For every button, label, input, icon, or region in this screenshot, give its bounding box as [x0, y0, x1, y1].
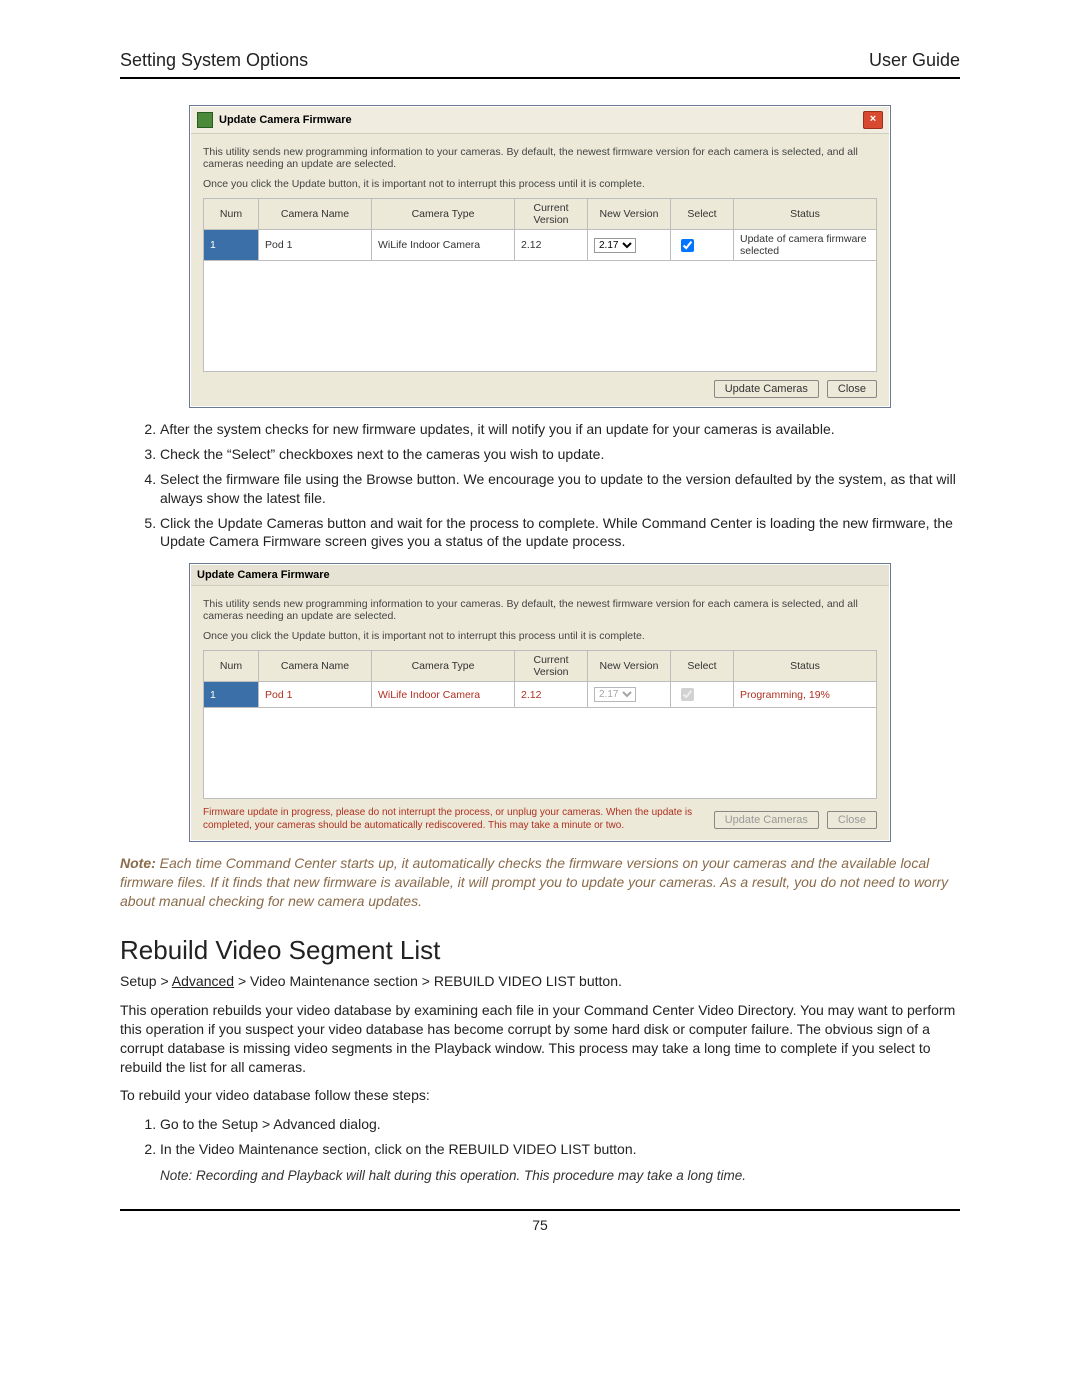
note-text: Each time Command Center starts up, it a… [120, 855, 948, 909]
select-checkbox[interactable] [681, 239, 694, 252]
cell-current: 2.12 [515, 230, 588, 261]
table-row: 1 Pod 1 WiLife Indoor Camera 2.12 2.17 P… [204, 682, 877, 708]
col-num: Num [204, 651, 259, 682]
path-link-advanced[interactable]: Advanced [172, 973, 234, 989]
steps-list-1: After the system checks for new firmware… [160, 420, 960, 551]
update-firmware-dialog-2: Update Camera Firmware This utility send… [189, 563, 891, 842]
step-5: Click the Update Cameras button and wait… [160, 514, 960, 552]
table-row: 1 Pod 1 WiLife Indoor Camera 2.12 2.17 U… [204, 230, 877, 261]
close-button: Close [827, 811, 877, 829]
camera-table: Num Camera Name Camera Type Current Vers… [203, 198, 877, 261]
cell-status: Programming, 19% [734, 682, 877, 708]
dialog-desc-2: Once you click the Update button, it is … [203, 630, 877, 642]
rebuild-step-2-text: In the Video Maintenance section, click … [160, 1141, 637, 1157]
section-title-rebuild: Rebuild Video Segment List [120, 935, 960, 966]
table-empty-area [203, 708, 877, 799]
cell-type: WiLife Indoor Camera [372, 682, 515, 708]
col-status: Status [734, 651, 877, 682]
step-2: After the system checks for new firmware… [160, 420, 960, 439]
dialog-desc-2: Once you click the Update button, it is … [203, 178, 877, 190]
dialog-desc-1: This utility sends new programming infor… [203, 598, 877, 622]
col-num: Num [204, 199, 259, 230]
dialog-title: Update Camera Firmware [197, 569, 330, 581]
cell-new: 2.17 [588, 682, 671, 708]
cell-status: Update of camera firmware selected [734, 230, 877, 261]
cell-type: WiLife Indoor Camera [372, 230, 515, 261]
col-status: Status [734, 199, 877, 230]
note-block: Note: Each time Command Center starts up… [120, 854, 960, 911]
note-label: Note: [120, 855, 156, 871]
new-version-select[interactable]: 2.17 [594, 238, 636, 253]
close-button[interactable]: Close [827, 380, 877, 398]
rebuild-step-note: Note: Recording and Playback will halt d… [160, 1167, 960, 1185]
col-type: Camera Type [372, 651, 515, 682]
update-firmware-dialog-1: Update Camera Firmware × This utility se… [189, 105, 891, 408]
cell-new: 2.17 [588, 230, 671, 261]
update-cameras-button[interactable]: Update Cameras [714, 380, 819, 398]
cell-num: 1 [204, 682, 259, 708]
close-icon[interactable]: × [863, 111, 883, 129]
camera-table: Num Camera Name Camera Type Current Vers… [203, 650, 877, 708]
col-type: Camera Type [372, 199, 515, 230]
col-new: New Version [588, 199, 671, 230]
app-icon [197, 112, 213, 128]
table-empty-area [203, 261, 877, 372]
step-3: Check the “Select” checkboxes next to th… [160, 445, 960, 464]
col-current: Current Version [515, 651, 588, 682]
steps-list-2: Go to the Setup > Advanced dialog. In th… [160, 1115, 960, 1185]
col-new: New Version [588, 651, 671, 682]
cell-name: Pod 1 [259, 682, 372, 708]
col-name: Camera Name [259, 651, 372, 682]
col-select: Select [671, 651, 734, 682]
path-suffix: > Video Maintenance section > REBUILD VI… [234, 973, 622, 989]
rebuild-step-2: In the Video Maintenance section, click … [160, 1140, 960, 1185]
col-current: Current Version [515, 199, 588, 230]
rebuild-step-1: Go to the Setup > Advanced dialog. [160, 1115, 960, 1134]
progress-warning: Firmware update in progress, please do n… [203, 807, 706, 832]
header-left: Setting System Options [120, 50, 308, 71]
cell-name: Pod 1 [259, 230, 372, 261]
breadcrumb-path: Setup > Advanced > Video Maintenance sec… [120, 972, 960, 991]
col-select: Select [671, 199, 734, 230]
cell-current: 2.12 [515, 682, 588, 708]
path-prefix: Setup > [120, 973, 172, 989]
update-cameras-button: Update Cameras [714, 811, 819, 829]
page-number: 75 [532, 1217, 548, 1233]
dialog-title: Update Camera Firmware [219, 114, 352, 126]
new-version-select: 2.17 [594, 687, 636, 702]
dialog-desc-1: This utility sends new programming infor… [203, 146, 877, 170]
header-right: User Guide [869, 50, 960, 71]
select-checkbox [681, 688, 694, 701]
cell-num: 1 [204, 230, 259, 261]
step-4: Select the firmware file using the Brows… [160, 470, 960, 508]
rebuild-para-1: This operation rebuilds your video datab… [120, 1001, 960, 1077]
col-name: Camera Name [259, 199, 372, 230]
rebuild-para-2: To rebuild your video database follow th… [120, 1086, 960, 1105]
